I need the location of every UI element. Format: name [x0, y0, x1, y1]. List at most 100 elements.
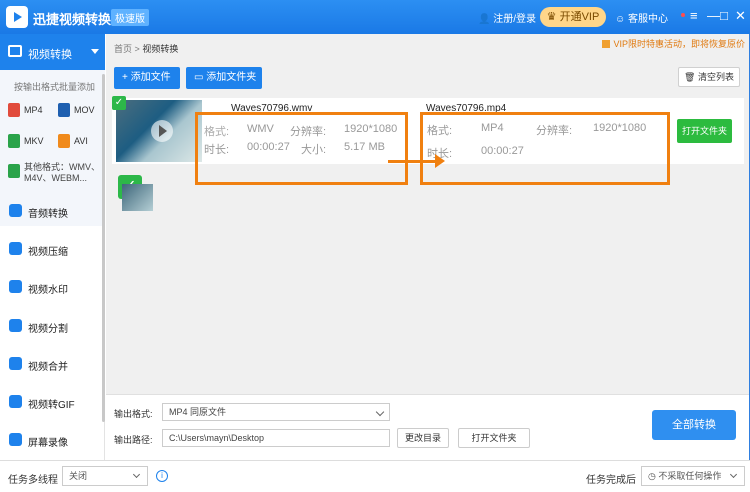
output-settings-panel: 输出格式: MP4 同原文件 输出路径: C:\Users\mayn\Deskt… — [106, 394, 749, 460]
change-directory-button[interactable]: 更改目录 — [397, 428, 449, 448]
title-bar: 迅捷视频转换器 极速版 👤 注册/登录 ♛ 开通VIP ☺ 客服中心 ≡ — □… — [0, 0, 750, 34]
sidebar-item-label: 视频合并 — [28, 362, 68, 373]
other-format-icon — [8, 164, 20, 178]
multithread-select[interactable]: 关闭 — [62, 466, 148, 486]
main-panel: 首页 > 视频转换 VIP限时特惠活动，即将恢复原价 + 添加文件 ▭ 添加文件… — [106, 34, 749, 460]
sidebar-item-audio[interactable]: 音频转换 — [0, 200, 105, 222]
multithread-value: 关闭 — [69, 471, 88, 481]
target-info-highlight — [420, 112, 670, 185]
app-logo-icon — [6, 6, 28, 28]
after-done-select[interactable]: ◷ 不采取任何操作 — [641, 466, 745, 486]
sidebar-item-label: 视频转换 — [28, 49, 72, 61]
chevron-down-icon — [132, 470, 141, 479]
chevron-down-icon — [91, 49, 99, 54]
add-file-button[interactable]: + 添加文件 — [114, 67, 180, 89]
minimize-icon[interactable]: — — [707, 8, 720, 24]
sidebar-item-merge[interactable]: 视频合并 — [0, 353, 105, 375]
audio-icon — [9, 204, 22, 217]
output-format-select[interactable]: MP4 同原文件 — [162, 403, 390, 421]
crown-icon: ♛ — [546, 11, 557, 23]
arrow-right-icon — [388, 154, 445, 168]
open-folder-button[interactable]: 打开文件夹 — [458, 428, 530, 448]
merge-icon — [9, 357, 22, 370]
format-label: AVI — [74, 136, 88, 146]
trash-icon: 🗑 — [684, 72, 696, 82]
vip-button-label: 开通VIP — [559, 11, 600, 23]
customer-service-link[interactable]: ☺ 客服中心 — [615, 10, 668, 25]
notification-dot — [681, 13, 685, 17]
sidebar-item-split[interactable]: 视频分割 — [0, 315, 105, 337]
promo-text: VIP限时特惠活动，即将恢复原价 — [613, 39, 745, 49]
add-folder-label: 添加文件夹 — [206, 72, 257, 83]
sidebar-item-video-convert[interactable]: 视频转换 — [0, 34, 105, 70]
compress-icon — [9, 242, 22, 255]
chevron-down-icon — [729, 470, 738, 479]
add-file-label: 添加文件 — [130, 72, 171, 83]
close-icon[interactable]: ✕ — [735, 8, 746, 24]
format-hint: 按输出格式批量添加 — [14, 82, 96, 92]
sidebar-item-label: 音频转换 — [28, 209, 68, 220]
folder-icon: ▭ — [194, 72, 204, 83]
output-path-label: 输出路径: — [114, 435, 153, 445]
output-format-label: 输出格式: — [114, 409, 153, 419]
sidebar-item-label: 视频分割 — [28, 324, 68, 335]
breadcrumb: 首页 > 视频转换 — [114, 42, 178, 55]
clear-list-label: 清空列表 — [697, 72, 734, 82]
format-label: MP4 — [24, 105, 43, 115]
video-icon — [8, 45, 22, 57]
watermark-icon — [9, 280, 22, 293]
plus-icon: + — [122, 72, 128, 83]
add-folder-button[interactable]: ▭ 添加文件夹 — [186, 67, 262, 89]
mp4-file-icon — [8, 103, 20, 117]
sidebar-item-record[interactable]: 屏幕录像 — [0, 429, 105, 451]
clear-list-button[interactable]: 🗑 清空列表 — [678, 67, 740, 87]
convert-all-button[interactable]: 全部转换 — [652, 410, 736, 440]
converted-thumbnail — [122, 184, 153, 211]
sidebar-item-watermark[interactable]: 视频水印 — [0, 276, 105, 298]
play-icon[interactable] — [151, 120, 173, 142]
split-icon — [9, 319, 22, 332]
sidebar-item-label: 视频转GIF — [28, 400, 75, 411]
login-link[interactable]: 👤 注册/登录 — [478, 10, 536, 25]
sidebar-item-label: 屏幕录像 — [28, 438, 68, 449]
sidebar-scrollbar[interactable] — [102, 74, 105, 422]
sidebar-item-gif[interactable]: 视频转GIF — [0, 391, 105, 413]
breadcrumb-home[interactable]: 首页 — [114, 44, 132, 54]
vip-button[interactable]: ♛ 开通VIP — [540, 7, 606, 27]
mkv-file-icon — [8, 134, 20, 148]
sidebar-item-label: 视频压缩 — [28, 247, 68, 258]
chevron-down-icon — [375, 407, 385, 417]
output-path-field[interactable]: C:\Users\mayn\Desktop — [162, 429, 390, 447]
mov-file-icon — [58, 103, 70, 117]
status-bar: 任务多线程 关闭 i 任务完成后 ◷ 不采取任何操作 — [0, 460, 750, 492]
record-icon — [9, 433, 22, 446]
multithread-label: 任务多线程 — [8, 475, 58, 486]
login-label: 注册/登录 — [493, 14, 537, 25]
edition-badge: 极速版 — [111, 9, 149, 26]
sidebar-item-compress[interactable]: 视频压缩 — [0, 238, 105, 260]
breadcrumb-separator: > — [134, 44, 140, 54]
service-label: 客服中心 — [628, 14, 668, 25]
checkbox-checked-icon[interactable]: ✓ — [112, 96, 126, 110]
info-icon[interactable]: i — [156, 470, 168, 482]
format-label: MOV — [74, 105, 95, 115]
menu-icon[interactable]: ≡ — [690, 8, 698, 24]
sidebar: 视频转换 按输出格式批量添加 MP4 MOV MKV AVI 其他格式：WMV、… — [0, 34, 105, 460]
breadcrumb-current: 视频转换 — [142, 44, 179, 54]
clock-icon: ◷ — [648, 471, 656, 481]
gif-icon — [9, 395, 22, 408]
sidebar-item-label: 视频水印 — [28, 285, 68, 296]
chat-icon: ☺ — [615, 14, 626, 25]
vip-promo-link[interactable]: VIP限时特惠活动，即将恢复原价 — [602, 37, 745, 50]
after-done-value: 不采取任何操作 — [658, 471, 722, 481]
open-folder-row-button[interactable]: 打开文件夹 — [677, 119, 732, 143]
avi-file-icon — [58, 134, 70, 148]
user-icon: 👤 — [478, 14, 491, 25]
format-other[interactable]: 其他格式：WMV、M4V、WEBM... — [24, 162, 102, 184]
vip-icon — [602, 40, 611, 48]
output-format-value: MP4 同原文件 — [169, 407, 227, 417]
format-label: MKV — [24, 136, 44, 146]
source-info-highlight — [195, 112, 408, 185]
video-thumbnail[interactable] — [116, 100, 202, 162]
maximize-icon[interactable]: □ — [720, 8, 728, 24]
